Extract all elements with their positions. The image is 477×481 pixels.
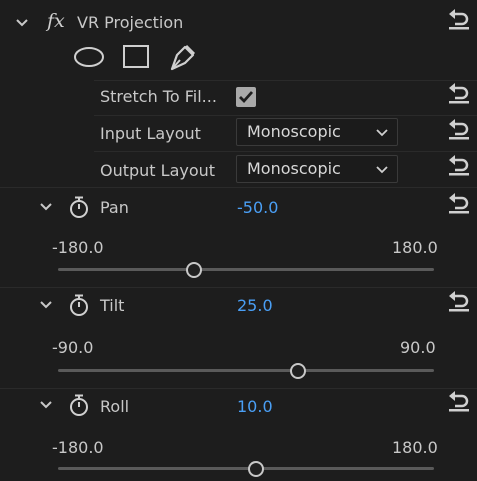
pan-label: Pan [100,198,129,217]
rectangle-mask-icon[interactable] [122,44,150,70]
chevron-down-icon [376,166,388,174]
pen-mask-icon[interactable] [168,42,198,72]
collapse-chevron-icon[interactable] [14,15,30,31]
pan-value[interactable]: -50.0 [237,198,278,217]
output-layout-dropdown[interactable]: Monoscopic [236,155,398,183]
stopwatch-icon[interactable] [68,393,90,417]
output-layout-label: Output Layout [100,161,216,180]
reset-output-layout-icon[interactable] [446,154,472,176]
stretch-to-fill-label: Stretch To Fil... [100,87,217,106]
tilt-slider-track[interactable] [58,369,434,372]
ellipse-mask-icon[interactable] [73,45,105,69]
roll-max: 180.0 [392,438,438,457]
pan-max: 180.0 [392,238,438,257]
input-layout-dropdown[interactable]: Monoscopic [236,118,398,146]
tilt-value[interactable]: 25.0 [237,296,273,315]
reset-roll-icon[interactable] [446,390,472,412]
reset-stretch-icon[interactable] [446,82,472,104]
tilt-slider-thumb[interactable] [290,363,307,379]
tilt-chevron-icon[interactable] [38,297,54,313]
output-layout-value: Monoscopic [247,159,341,178]
chevron-down-icon [376,129,388,137]
stopwatch-icon[interactable] [68,293,90,317]
checkmark-icon [239,91,254,104]
reset-tilt-icon[interactable] [446,290,472,312]
reset-pan-icon[interactable] [446,192,472,214]
roll-min: -180.0 [52,438,104,457]
pan-slider-thumb[interactable] [185,262,202,278]
pan-chevron-icon[interactable] [38,199,54,215]
reset-effect-icon[interactable] [446,8,472,30]
roll-label: Roll [100,397,130,416]
tilt-min: -90.0 [52,338,94,357]
effect-title: VR Projection [77,13,184,32]
roll-chevron-icon[interactable] [38,397,54,413]
reset-input-layout-icon[interactable] [446,118,472,140]
input-layout-value: Monoscopic [247,122,341,141]
tilt-label: Tilt [100,296,125,315]
roll-slider-thumb[interactable] [248,461,265,477]
pan-min: -180.0 [52,238,104,257]
roll-slider-track[interactable] [58,467,434,470]
tilt-max: 90.0 [400,338,436,357]
fx-badge[interactable]: fx [47,10,65,32]
stretch-to-fill-checkbox[interactable] [236,87,256,107]
stopwatch-icon[interactable] [68,195,90,219]
pan-slider-track[interactable] [58,268,434,271]
input-layout-label: Input Layout [100,124,201,143]
roll-value[interactable]: 10.0 [237,397,273,416]
